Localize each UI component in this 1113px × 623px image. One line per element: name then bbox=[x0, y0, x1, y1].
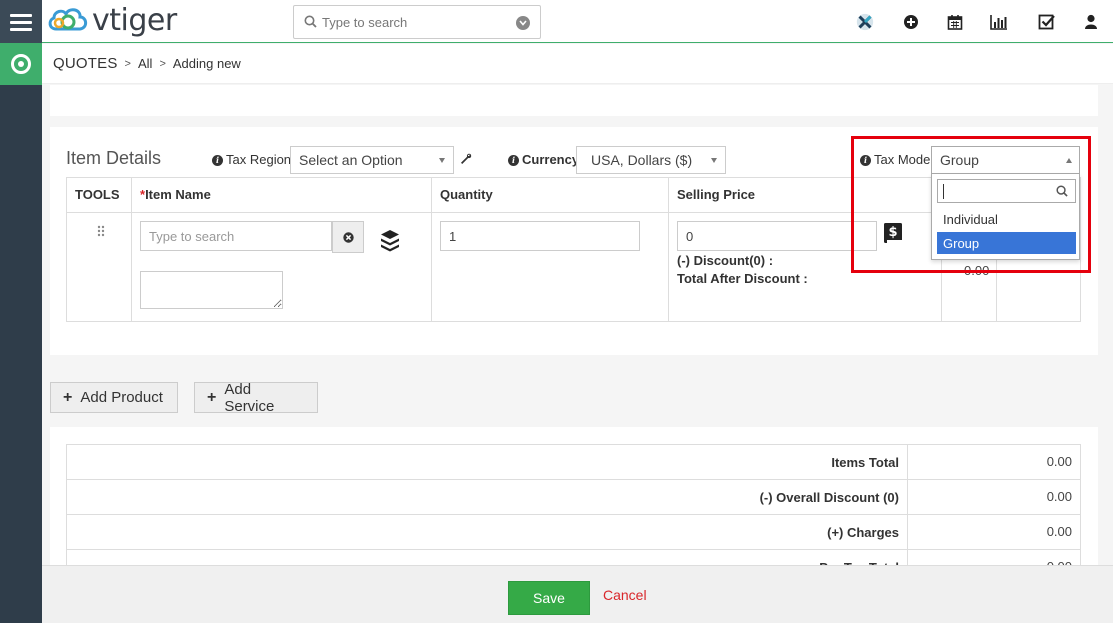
vtiger-logo[interactable]: vtiger bbox=[46, 2, 177, 38]
logo-wordmark: vtiger bbox=[92, 2, 177, 38]
totals-row: Pre Tax Total 0.00 bbox=[66, 549, 1081, 565]
user-icon[interactable] bbox=[1081, 12, 1101, 32]
form-footer: Save Cancel bbox=[42, 565, 1113, 623]
previous-block-strip bbox=[50, 85, 1098, 116]
caret-down-icon bbox=[439, 158, 445, 163]
add-service-button[interactable]: + Add Service bbox=[194, 380, 318, 415]
add-product-label: Add Product bbox=[80, 389, 163, 406]
overall-discount-value: 0.00 bbox=[907, 479, 1081, 515]
discount-block: (-) Discount(0) : Total After Discount : bbox=[677, 252, 808, 288]
tax-region-select[interactable]: Select an Option bbox=[290, 146, 454, 174]
info-icon: i bbox=[508, 154, 519, 166]
item-details-title: Item Details bbox=[66, 148, 162, 168]
tools-cell bbox=[66, 212, 132, 322]
app-rail bbox=[0, 0, 42, 623]
item-description-textarea[interactable] bbox=[140, 271, 283, 309]
top-bar: vtiger bbox=[42, 0, 1113, 43]
cloud-logo-icon bbox=[48, 8, 88, 31]
add-service-label: Add Service bbox=[224, 380, 275, 415]
drag-handle-icon[interactable] bbox=[97, 225, 105, 237]
item-name-input[interactable] bbox=[140, 221, 332, 251]
global-search-input[interactable] bbox=[322, 12, 512, 32]
tasks-icon[interactable] bbox=[1037, 12, 1057, 32]
dropdown-option-individual[interactable]: Individual bbox=[937, 208, 1076, 230]
vtiger-x-icon[interactable] bbox=[855, 12, 875, 32]
search-options-chevron-icon[interactable] bbox=[516, 16, 530, 30]
reports-icon[interactable] bbox=[989, 12, 1009, 32]
quantity-input[interactable] bbox=[440, 221, 640, 251]
col-quantity: Quantity bbox=[431, 177, 669, 213]
selling-price-input[interactable] bbox=[677, 221, 877, 251]
pre-tax-total-value: 0.00 bbox=[907, 549, 1081, 565]
text-caret bbox=[943, 184, 944, 199]
caret-down-icon bbox=[711, 158, 717, 163]
overall-discount-label: (-) Overall Discount (0) bbox=[66, 479, 908, 515]
col-tools: TOOLS bbox=[66, 177, 132, 213]
items-total-label: Items Total bbox=[66, 444, 908, 480]
product-bundle-icon[interactable] bbox=[378, 228, 402, 255]
hamburger-icon bbox=[10, 13, 32, 31]
overall-discount-link[interactable]: (-) Overall Discount (0) bbox=[760, 490, 899, 505]
col-item-name: *Item Name bbox=[131, 177, 432, 213]
pre-tax-total-label: Pre Tax Total bbox=[66, 549, 908, 565]
total-after-discount-label: Total After Discount : bbox=[677, 271, 808, 286]
discount-link[interactable]: (-) Discount(0) : bbox=[677, 252, 808, 270]
charges-label: (+) Charges bbox=[66, 514, 908, 550]
tax-region-label: i Tax Region bbox=[212, 152, 291, 167]
tax-mode-dropdown: Individual Group bbox=[931, 174, 1080, 260]
clear-circle-icon bbox=[342, 231, 354, 243]
charges-link[interactable]: (+) Charges bbox=[827, 525, 899, 540]
plus-icon[interactable] bbox=[901, 12, 921, 32]
cancel-link[interactable]: Cancel bbox=[603, 587, 647, 603]
breadcrumb-module[interactable]: QUOTES bbox=[53, 55, 118, 72]
totals-row: (+) Charges 0.00 bbox=[66, 514, 1081, 550]
items-total-value: 0.00 bbox=[907, 444, 1081, 480]
currency-label: i Currency bbox=[508, 152, 579, 167]
add-product-button[interactable]: + Add Product bbox=[50, 382, 178, 413]
currency-value: USA, Dollars ($) bbox=[591, 152, 693, 168]
col-item-name-label: Item Name bbox=[145, 187, 211, 202]
search-icon bbox=[1056, 185, 1068, 197]
info-icon: i bbox=[212, 154, 223, 166]
global-search[interactable] bbox=[293, 5, 541, 39]
clear-item-button[interactable] bbox=[332, 221, 364, 253]
totals-card: Items Total 0.00 (-) Overall Discount (0… bbox=[50, 427, 1098, 565]
module-target-icon bbox=[11, 54, 31, 74]
dropdown-option-group[interactable]: Group bbox=[937, 232, 1076, 254]
app-menu-button[interactable] bbox=[0, 0, 42, 43]
calendar-icon[interactable] bbox=[945, 12, 965, 32]
plus-icon: + bbox=[63, 388, 73, 406]
totals-row: Items Total 0.00 bbox=[66, 444, 1081, 480]
dropdown-search-input[interactable] bbox=[937, 179, 1076, 203]
totals-row: (-) Overall Discount (0) 0.00 bbox=[66, 479, 1081, 515]
chevron-right-icon: > bbox=[159, 57, 166, 70]
breadcrumb: QUOTES > All > Adding new bbox=[42, 44, 1113, 84]
currency-select[interactable]: USA, Dollars ($) bbox=[576, 146, 726, 174]
chevron-right-icon: > bbox=[124, 57, 131, 70]
breadcrumb-current: Adding new bbox=[172, 56, 241, 71]
quotes-module-button[interactable] bbox=[0, 43, 42, 85]
wrench-icon[interactable] bbox=[460, 153, 472, 168]
charges-value: 0.00 bbox=[907, 514, 1081, 550]
tax-region-value: Select an Option bbox=[299, 152, 403, 168]
totals-table: Items Total 0.00 (-) Overall Discount (0… bbox=[66, 444, 1081, 565]
breadcrumb-all[interactable]: All bbox=[138, 56, 152, 71]
search-icon bbox=[304, 15, 317, 28]
save-button[interactable]: Save bbox=[508, 581, 590, 615]
plus-icon: + bbox=[207, 388, 217, 406]
